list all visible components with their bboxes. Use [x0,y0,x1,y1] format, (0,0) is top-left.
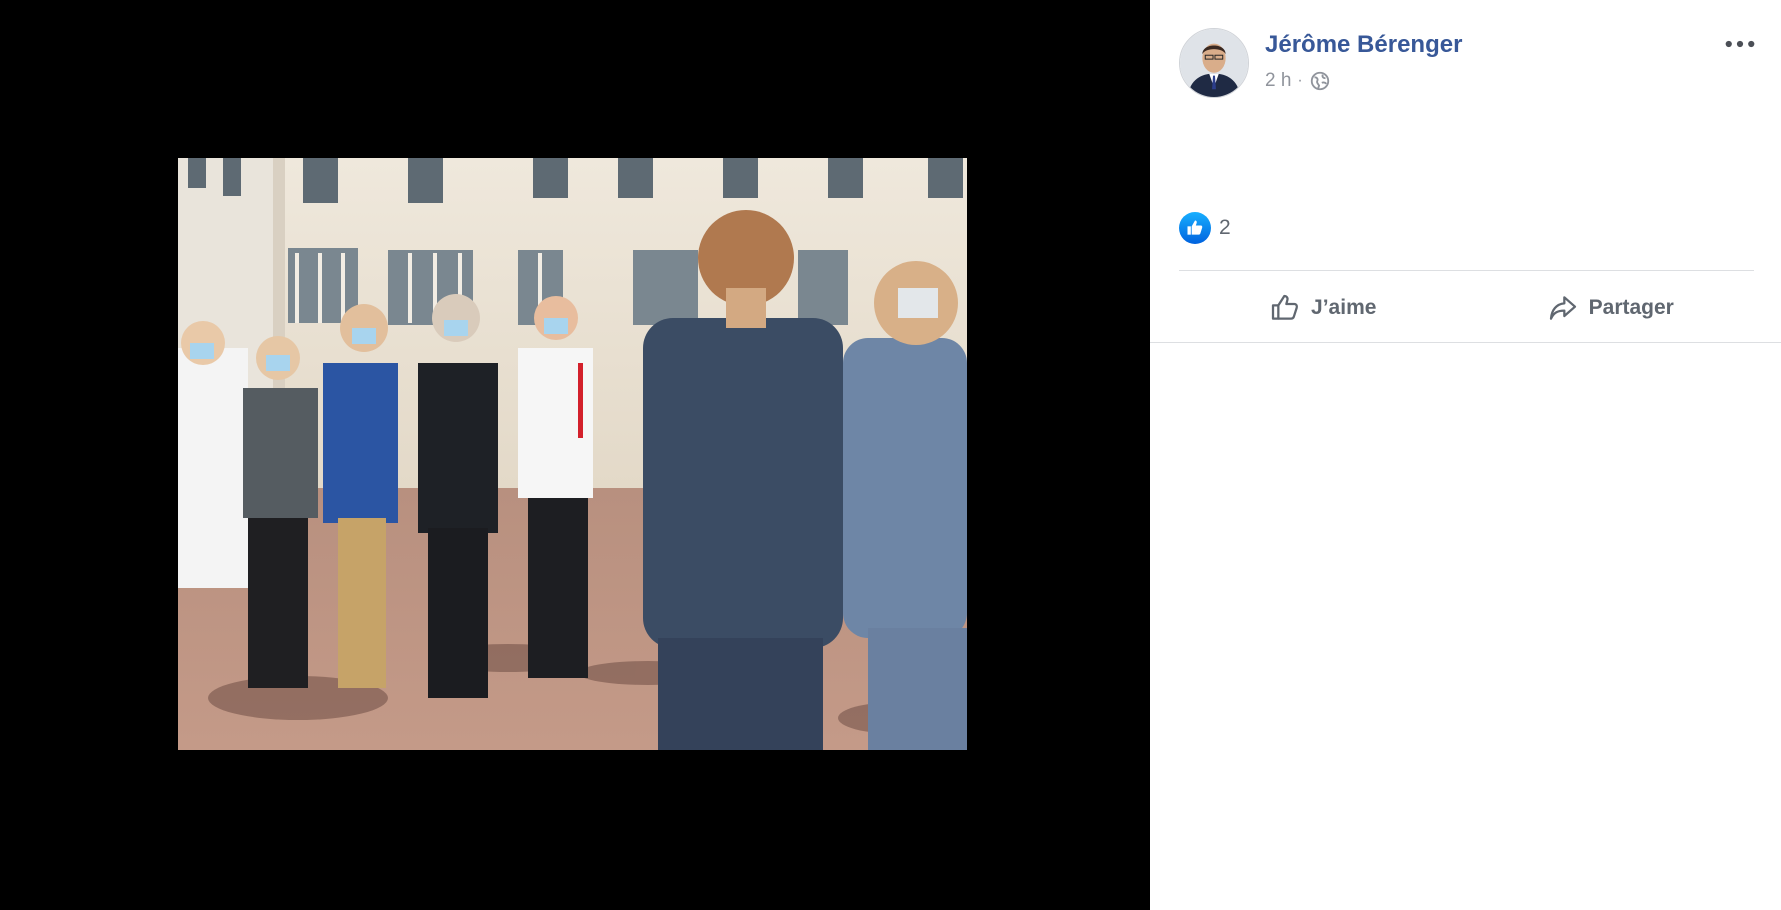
share-button-label: Partager [1588,296,1674,319]
author-avatar[interactable] [1179,28,1249,98]
reactions-summary[interactable]: 2 [1179,212,1231,244]
post-actions-bar: J’aime Partager [1179,284,1754,332]
post-side-panel: Jérôme Bérenger 2 h · 2 J’aime Partager [1150,0,1781,910]
author-avatar-image [1180,29,1248,97]
actions-divider [1179,270,1754,271]
like-button-label: J’aime [1311,296,1377,319]
share-button[interactable]: Partager [1467,284,1755,332]
more-options-icon [1725,40,1755,48]
author-name-link[interactable]: Jérôme Bérenger [1265,31,1462,59]
like-button[interactable]: J’aime [1179,284,1467,332]
photo-image [178,158,967,750]
post-timestamp[interactable]: 2 h [1265,70,1291,92]
panel-lower-area [1150,342,1781,910]
photo-viewer [0,0,1150,910]
like-reaction-icon [1179,212,1211,244]
post-photo[interactable] [178,158,967,750]
meta-separator: · [1297,72,1303,89]
share-arrow-icon [1549,296,1576,320]
more-options-button[interactable] [1718,26,1762,62]
reaction-count: 2 [1219,216,1231,239]
globe-icon [1310,71,1329,91]
thumbs-up-outline-icon [1271,294,1299,320]
post-meta: 2 h · [1265,70,1331,92]
